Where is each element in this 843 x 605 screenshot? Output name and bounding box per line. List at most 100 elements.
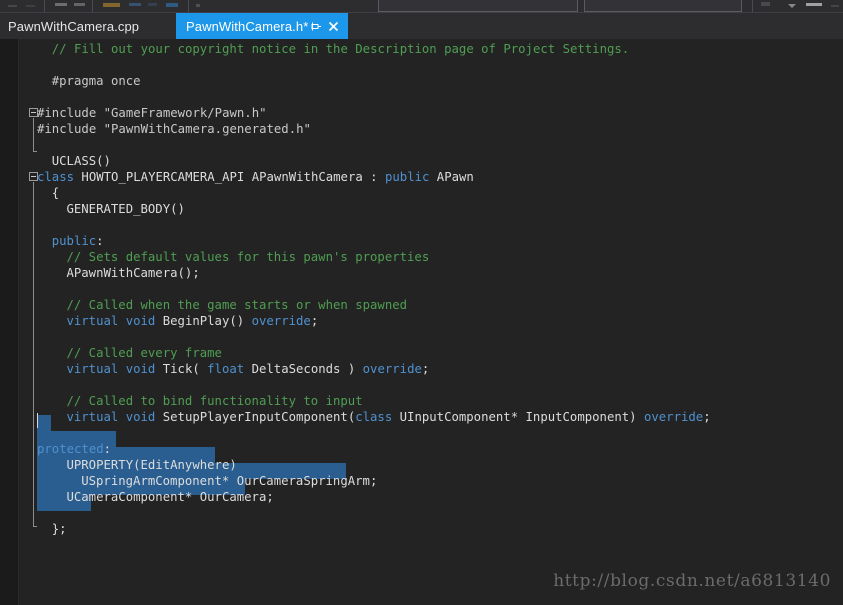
code-token: void bbox=[125, 410, 156, 424]
save-icon[interactable] bbox=[55, 3, 67, 6]
code-line[interactable]: // Sets default values for this pawn's p… bbox=[37, 249, 429, 265]
code-token: ; bbox=[421, 362, 430, 376]
code-token: UCLASS() bbox=[51, 154, 111, 168]
code-line[interactable]: GENERATED_BODY() bbox=[37, 201, 185, 217]
code-line[interactable]: // Called when the game starts or when s… bbox=[37, 297, 407, 313]
toolbar-separator bbox=[44, 0, 45, 12]
code-token: #include "GameFramework/Pawn.h" bbox=[37, 106, 267, 120]
code-token: #pragma once bbox=[51, 74, 141, 88]
code-token: { bbox=[51, 186, 60, 200]
fold-guide-line bbox=[33, 182, 34, 526]
code-line[interactable]: // Called to bind functionality to input bbox=[37, 393, 363, 409]
code-token: // Called when the game starts or when s… bbox=[66, 298, 408, 312]
code-editor[interactable]: // Fill out your copyright notice in the… bbox=[0, 39, 843, 605]
watermark-url: http://blog.csdn.net/a6813140 bbox=[553, 571, 831, 591]
fold-guide-line bbox=[33, 118, 34, 151]
open-folder-icon[interactable] bbox=[103, 3, 120, 7]
minimize-icon[interactable] bbox=[831, 5, 839, 7]
code-line[interactable]: UPROPERTY(EditAnywhere) bbox=[37, 457, 237, 473]
code-line[interactable]: UCLASS() bbox=[37, 153, 111, 169]
close-icon[interactable] bbox=[325, 16, 342, 36]
undo-icon[interactable] bbox=[129, 3, 141, 6]
editor-tab-bar[interactable]: PawnWithCamera.cpp PawnWithCamera.h* bbox=[0, 13, 843, 39]
code-line[interactable]: virtual void BeginPlay() override; bbox=[37, 313, 318, 329]
code-token: HOWTO_PLAYERCAMERA_API APawnWithCamera : bbox=[74, 170, 385, 184]
tab-label: PawnWithCamera.h* bbox=[186, 18, 309, 34]
toolbar-separator bbox=[188, 0, 189, 12]
code-line[interactable]: #include "GameFramework/Pawn.h" bbox=[37, 105, 267, 121]
code-token: // Sets default values for this pawn's p… bbox=[66, 250, 430, 264]
code-token: ; bbox=[703, 410, 711, 424]
tab-pawnwithcamera-h[interactable]: PawnWithCamera.h* bbox=[176, 13, 349, 39]
code-token: APawn bbox=[429, 170, 474, 184]
code-token: GENERATED_BODY() bbox=[66, 202, 185, 216]
code-line[interactable]: class HOWTO_PLAYERCAMERA_API APawnWithCa… bbox=[37, 169, 474, 185]
code-token: virtual bbox=[66, 410, 119, 424]
code-line[interactable]: protected: bbox=[37, 441, 111, 457]
code-token: public bbox=[384, 170, 430, 184]
code-line[interactable]: #include "PawnWithCamera.generated.h" bbox=[37, 121, 311, 137]
dropdown-caret-icon[interactable] bbox=[788, 4, 796, 8]
code-line[interactable]: public: bbox=[37, 233, 104, 249]
code-token: // Called every frame bbox=[66, 346, 222, 360]
toolbar-overflow-icon[interactable] bbox=[196, 4, 200, 7]
code-token: void bbox=[125, 362, 156, 376]
back-icon[interactable] bbox=[8, 5, 17, 7]
code-line[interactable]: }; bbox=[37, 521, 67, 537]
code-token: virtual bbox=[66, 314, 119, 328]
toolbar-separator bbox=[752, 0, 753, 12]
code-token: float bbox=[207, 362, 245, 376]
code-token: // Fill out your copyright notice in the… bbox=[51, 42, 630, 56]
save-all-icon[interactable] bbox=[74, 3, 85, 6]
code-token: BeginPlay() bbox=[155, 314, 252, 328]
properties-icon[interactable] bbox=[806, 3, 822, 6]
code-token: class bbox=[355, 410, 393, 424]
code-token: APawnWithCamera(); bbox=[66, 266, 200, 280]
code-line[interactable]: #pragma once bbox=[37, 73, 141, 89]
code-token: #include "PawnWithCamera.generated.h" bbox=[37, 122, 311, 136]
configuration-combobox[interactable] bbox=[378, 0, 578, 12]
code-token: Tick( bbox=[155, 362, 208, 376]
toolbar-separator bbox=[92, 0, 93, 12]
code-token: UCameraComponent* OurCamera; bbox=[66, 490, 274, 504]
forward-icon[interactable] bbox=[26, 5, 35, 7]
code-token: UInputComponent* InputComponent) bbox=[392, 410, 644, 424]
code-token: UPROPERTY(EditAnywhere) bbox=[66, 458, 237, 472]
code-text-surface[interactable]: // Fill out your copyright notice in the… bbox=[37, 39, 843, 605]
visual-studio-toolbar[interactable] bbox=[0, 0, 843, 13]
platform-combobox[interactable] bbox=[584, 0, 742, 12]
code-line[interactable]: UCameraComponent* OurCamera; bbox=[37, 489, 274, 505]
code-token: void bbox=[125, 314, 156, 328]
code-line[interactable]: APawnWithCamera(); bbox=[37, 265, 200, 281]
indicator-margin[interactable] bbox=[0, 39, 18, 605]
code-token: : bbox=[96, 234, 104, 248]
tab-label: PawnWithCamera.cpp bbox=[8, 18, 140, 34]
code-token: ; bbox=[310, 314, 319, 328]
code-token: public bbox=[51, 234, 97, 248]
code-token: override bbox=[362, 362, 422, 376]
code-line[interactable]: virtual void SetupPlayerInputComponent(c… bbox=[37, 409, 711, 425]
tab-pawnwithcamera-cpp[interactable]: PawnWithCamera.cpp bbox=[0, 13, 154, 39]
code-line[interactable]: // Fill out your copyright notice in the… bbox=[37, 41, 629, 57]
code-line[interactable]: // Called every frame bbox=[37, 345, 222, 361]
text-caret bbox=[37, 413, 38, 428]
outlining-fold-margin[interactable] bbox=[19, 39, 38, 605]
code-token: override bbox=[251, 314, 311, 328]
code-token: // Called to bind functionality to input bbox=[66, 394, 363, 408]
code-token: }; bbox=[51, 522, 67, 536]
code-line[interactable]: { bbox=[37, 185, 59, 201]
code-line[interactable]: USpringArmComponent* OurCameraSpringArm; bbox=[37, 473, 377, 489]
code-token: SetupPlayerInputComponent( bbox=[155, 410, 356, 424]
code-token: override bbox=[643, 410, 704, 424]
code-token: : bbox=[103, 442, 112, 456]
redo-icon[interactable] bbox=[148, 3, 157, 6]
code-token: USpringArmComponent* OurCameraSpringArm; bbox=[81, 474, 378, 488]
pin-icon[interactable] bbox=[308, 16, 325, 36]
solution-explorer-icon[interactable] bbox=[761, 2, 770, 6]
start-debug-icon[interactable] bbox=[166, 3, 178, 7]
code-token: virtual bbox=[66, 362, 119, 376]
code-line[interactable]: virtual void Tick( float DeltaSeconds ) … bbox=[37, 361, 429, 377]
